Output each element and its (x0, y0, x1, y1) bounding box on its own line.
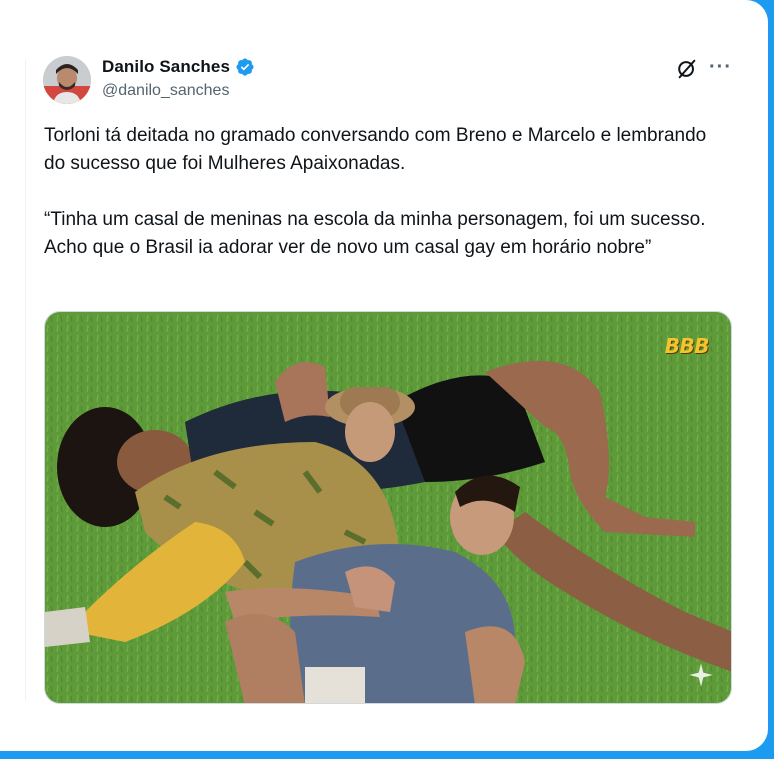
more-options-icon[interactable]: ··· (709, 57, 732, 77)
tweet-text: Torloni tá deitada no gramado conversand… (44, 122, 724, 262)
user-avatar-icon (43, 56, 91, 104)
author-handle[interactable]: @danilo_sanches (102, 82, 229, 100)
bbb-watermark: BBB (664, 334, 710, 358)
card-divider (25, 60, 26, 700)
tweet-paragraph-1: Torloni tá deitada no gramado conversand… (44, 125, 707, 174)
author-name-row: Danilo Sanches (102, 57, 255, 77)
sparkle-icon (689, 663, 713, 687)
author-display-name[interactable]: Danilo Sanches (102, 57, 230, 77)
tweet-paragraph-2: “Tinha um casal de meninas na escola da … (44, 209, 706, 258)
photo-people-on-grass (45, 312, 731, 703)
verified-badge-icon (236, 58, 254, 76)
avatar[interactable] (43, 56, 91, 104)
tweet-media-image[interactable]: BBB (44, 311, 732, 704)
grok-icon[interactable] (676, 58, 698, 80)
tweet-card: Danilo Sanches @danilo_sanches ··· Torlo… (0, 0, 768, 751)
